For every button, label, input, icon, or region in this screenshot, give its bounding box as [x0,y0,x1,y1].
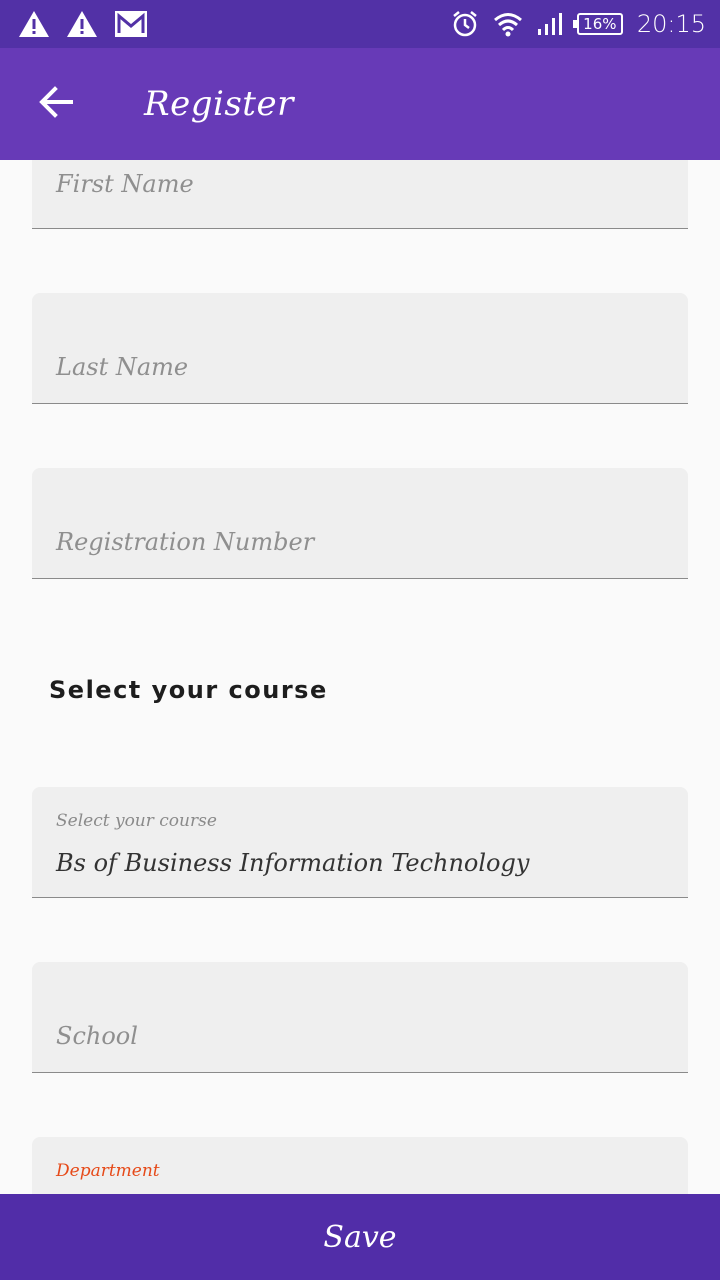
arrow-left-icon [39,86,73,122]
warning-icon [18,10,50,38]
course-section-heading: Select your course [49,676,328,704]
app-bar: Register [0,48,720,160]
department-label: Department [56,1161,160,1181]
course-label: Select your course [56,811,217,831]
registration-number-placeholder: Registration Number [56,528,315,556]
course-value: Bs of Business Information Technology [56,849,530,877]
battery-icon: 16% [572,13,623,35]
department-field[interactable]: Department [32,1137,688,1194]
status-system: 16% 20:15 [451,10,706,38]
alarm-icon [451,10,479,38]
status-notifications [18,10,148,38]
first-name-field[interactable]: First Name [32,160,688,229]
last-name-placeholder: Last Name [56,353,189,381]
school-placeholder: School [56,1022,138,1050]
last-name-field[interactable]: Last Name [32,293,688,404]
clock: 20:15 [636,10,706,38]
wifi-icon [493,11,523,37]
school-field[interactable]: School [32,962,688,1073]
registration-number-field[interactable]: Registration Number [32,468,688,579]
course-dropdown[interactable]: Select your course Bs of Business Inform… [32,787,688,898]
gmail-icon [114,10,148,38]
registration-form: First Name Last Name Registration Number… [0,160,720,1194]
warning-icon [66,10,98,38]
first-name-placeholder: First Name [56,170,194,198]
signal-icon [537,12,563,36]
save-button-label: Save [323,1219,397,1255]
page-title: Register [144,84,294,124]
back-button[interactable] [28,76,84,132]
status-bar: 16% 20:15 [0,0,720,48]
save-button[interactable]: Save [0,1194,720,1280]
